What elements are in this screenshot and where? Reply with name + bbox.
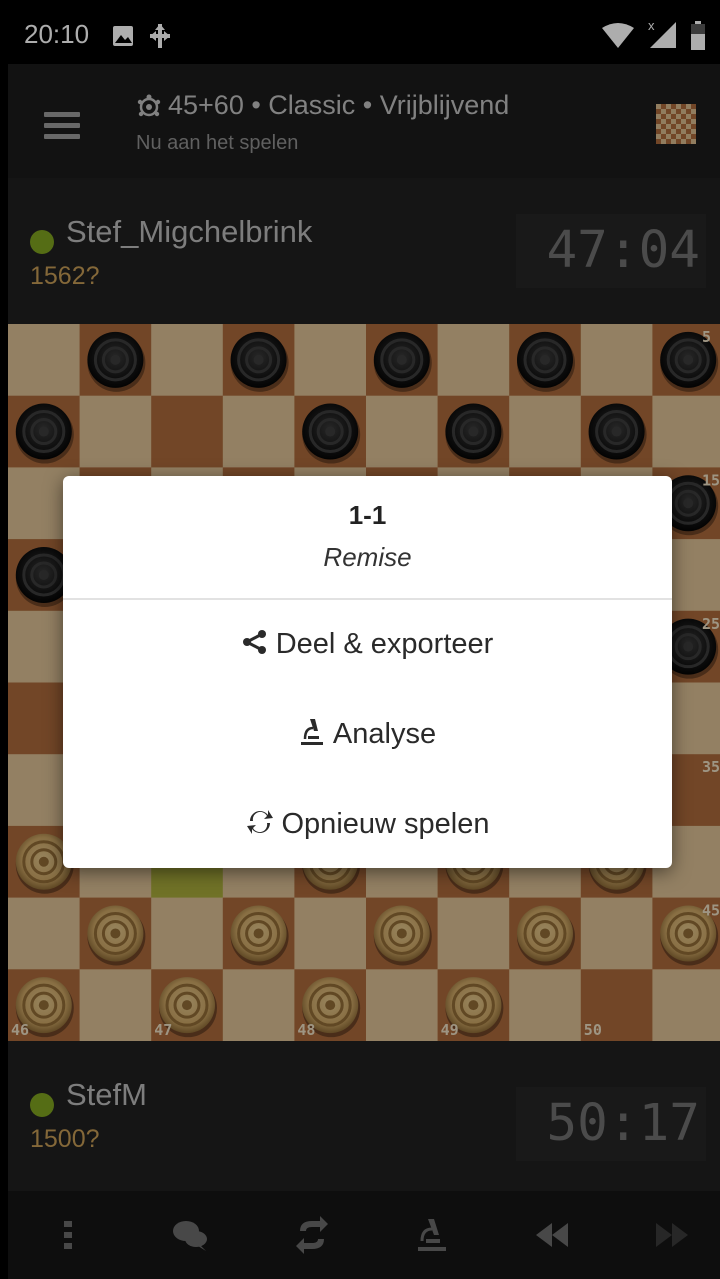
result-label: Remise: [323, 542, 412, 572]
share-export-button[interactable]: Deel & exporteer: [63, 614, 672, 674]
replay-button[interactable]: Opnieuw spelen: [63, 794, 672, 854]
share-icon: [242, 630, 266, 655]
replay-label: Opnieuw spelen: [281, 808, 490, 840]
refresh-icon: [246, 810, 273, 835]
app-frame: 20:10 x 45+60 • Classic • Vrijblijvend N…: [8, 8, 720, 1279]
final-score: 1-1: [348, 500, 387, 530]
game-end-dialog: 1-1 Remise Deel & exporteer Analyse Opni…: [63, 476, 672, 868]
analyse-label: Analyse: [332, 718, 437, 750]
analyse-button[interactable]: Analyse: [63, 704, 672, 764]
microscope-icon: [300, 719, 323, 746]
divider: [63, 598, 672, 600]
share-export-label: Deel & exporteer: [275, 628, 494, 660]
